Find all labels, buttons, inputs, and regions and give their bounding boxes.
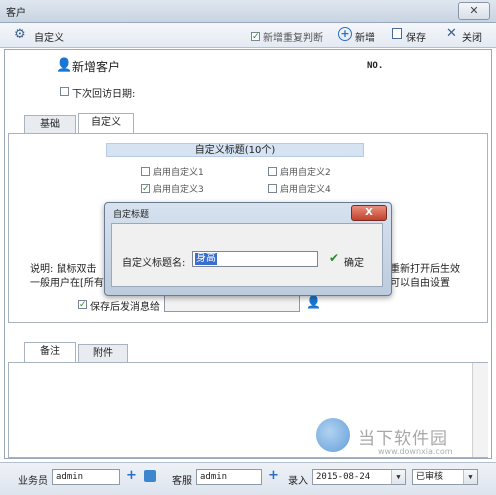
title-name-input[interactable]: 身高 (192, 251, 318, 267)
chevron-down-icon[interactable]: ▼ (463, 470, 477, 484)
close-icon: ✕ (469, 4, 479, 17)
dialog-field-label: 自定义标题名: (122, 258, 186, 269)
custom-option-2-checkbox[interactable] (268, 167, 277, 176)
close-x-icon[interactable]: ✕ (446, 26, 457, 41)
salesman-field[interactable]: admin (52, 469, 120, 485)
next-visit-label: 下次回访日期: (72, 89, 136, 100)
dup-check-checkbox[interactable] (251, 32, 260, 41)
watermark-url: www.downxia.com (378, 447, 453, 456)
transfer-icon[interactable] (144, 470, 156, 482)
note-line2-left: 一般用户在[所有 (30, 278, 104, 289)
toolbar: ⚙ 自定义 新增重复判断 + 新增 保存 ✕ 关闭 (0, 23, 496, 48)
add-service-icon[interactable]: + (268, 468, 279, 483)
page-title: 新增客户 (72, 60, 121, 74)
tab-attachments[interactable]: 附件 (78, 344, 128, 362)
dup-check-label: 新增重复判断 (263, 33, 323, 44)
dialog-title: 自定标题 (113, 210, 150, 220)
service-field[interactable]: admin (196, 469, 262, 485)
tab-notes[interactable]: 备注 (24, 342, 76, 362)
new-icon[interactable]: + (338, 27, 352, 41)
dialog-ok-button[interactable]: 确定 (344, 254, 364, 269)
custom-option-3-checkbox[interactable] (141, 184, 150, 193)
window-title: 客户 (6, 8, 26, 19)
section-title: 自定义标题(10个) (106, 143, 364, 157)
dialog-close-button[interactable]: X (351, 205, 387, 221)
custom-option-1-checkbox[interactable] (141, 167, 150, 176)
save-send-label: 保存后发消息给 (90, 302, 160, 313)
save-icon[interactable] (392, 28, 402, 39)
title-name-selected-text: 身高 (195, 253, 217, 265)
entry-date-select[interactable]: 2015-08-24 ▼ (312, 469, 406, 485)
custom-option-2-label: 启用自定义2 (280, 168, 331, 178)
note-line1-right: 重新打开后生效 (390, 264, 460, 275)
custom-toolbar-label[interactable]: 自定义 (34, 29, 64, 44)
custom-option-4-checkbox[interactable] (268, 184, 277, 193)
close-button[interactable]: 关闭 (462, 29, 482, 44)
window-close-button[interactable]: ✕ (458, 2, 490, 20)
entry-date-value: 2015-08-24 (316, 472, 371, 482)
status-value: 已审核 (416, 472, 444, 482)
service-label: 客服 (172, 476, 192, 487)
custom-option-1-label: 启用自定义1 (153, 168, 204, 178)
watermark-logo-icon (316, 418, 350, 452)
new-button[interactable]: 新增 (355, 29, 375, 44)
status-select[interactable]: 已审核 ▼ (412, 469, 478, 485)
watermark-brand: 当下软件园 (358, 429, 448, 449)
custom-title-dialog: 自定标题 X 自定义标题名: 身高 ✔ 确定 (104, 202, 392, 296)
salesman-label: 业务员 (18, 476, 48, 487)
entry-label: 录入 (288, 476, 308, 487)
gear-icon[interactable]: ⚙ (14, 27, 26, 42)
custom-option-4-label: 启用自定义4 (280, 185, 331, 195)
next-visit-checkbox[interactable] (60, 87, 69, 96)
note-line2-right: 可以自由设置 (390, 278, 450, 289)
notes-scrollbar[interactable] (472, 363, 488, 457)
add-user-icon: 👤 (56, 58, 73, 73)
tab-custom[interactable]: 自定义 (78, 113, 134, 133)
add-salesman-icon[interactable]: + (126, 468, 137, 483)
note-line1-left: 说明: 鼠标双击 (30, 264, 97, 275)
user-picker-icon[interactable]: 👤 (306, 295, 321, 309)
check-icon[interactable]: ✔ (329, 251, 339, 265)
chevron-down-icon[interactable]: ▼ (391, 470, 405, 484)
custom-option-3-label: 启用自定义3 (153, 185, 204, 195)
dialog-body: 自定义标题名: 身高 ✔ 确定 (111, 223, 383, 287)
tab-basic[interactable]: 基础 (24, 115, 76, 133)
save-button[interactable]: 保存 (406, 29, 426, 44)
recipient-field[interactable] (164, 295, 300, 312)
window-titlebar: 客户 ✕ (0, 0, 496, 23)
save-send-checkbox[interactable] (78, 300, 87, 309)
statusbar: 业务员 admin + 客服 admin + 录入 2015-08-24 ▼ 已… (0, 462, 496, 495)
record-number-label: NO. (367, 61, 384, 71)
